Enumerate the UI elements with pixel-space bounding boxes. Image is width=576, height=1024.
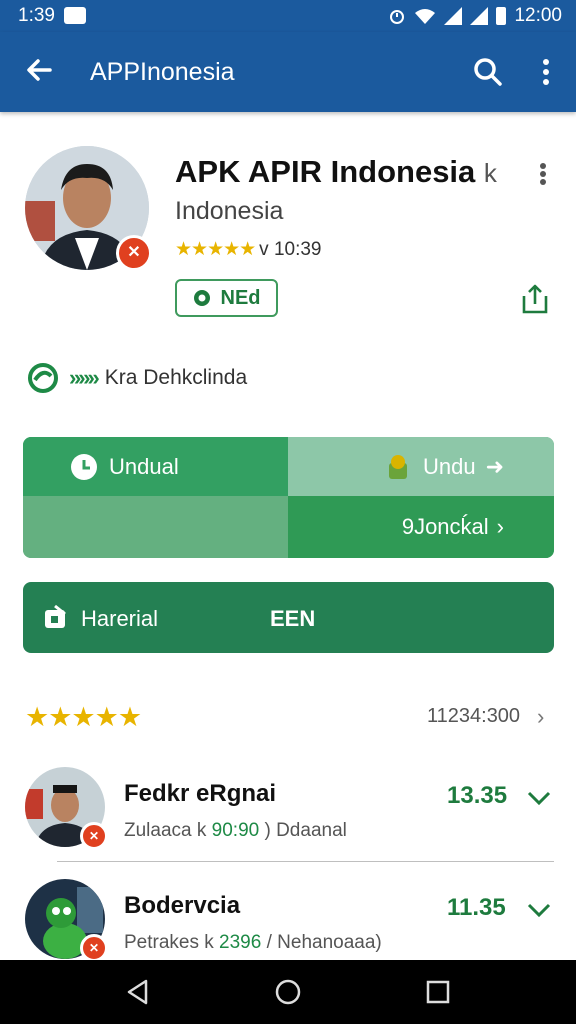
download-blank-cell <box>23 496 288 558</box>
more-options-icon[interactable] <box>530 52 562 92</box>
download-button-d[interactable]: 9Joncḱal › <box>288 496 554 558</box>
meta-b: ) Ddaanal <box>264 820 347 841</box>
rating-meta: v 10:39 <box>259 238 322 260</box>
download-b-label: Undu <box>422 453 476 479</box>
alarm-icon <box>390 10 405 24</box>
meta-green: 90:90 <box>211 820 260 841</box>
clock-icon <box>71 453 97 480</box>
back-arrow-icon[interactable] <box>20 50 60 90</box>
list-item-value: 13.35 <box>447 782 508 809</box>
list-item-badge: ✕ <box>80 934 108 962</box>
app-rating-row: ★★★★★ v 10:39 <box>175 238 322 261</box>
rating-stars: ★★★★★ <box>175 239 256 260</box>
download-a-label: Undual <box>109 453 179 479</box>
review-stars: ★★★★★ <box>25 702 142 732</box>
list-item-badge: ✕ <box>80 822 108 850</box>
app-title-suffix: k <box>483 158 497 188</box>
battery-icon <box>496 7 507 25</box>
download-button-b[interactable]: Undu ➜ <box>288 437 554 496</box>
primary-action-button[interactable]: Harerial EEN <box>23 582 554 653</box>
meta-b: / Nehanoaaa) <box>266 932 382 953</box>
arrow-right-icon: ➜ <box>485 453 504 479</box>
chevron-right-icon: › <box>496 514 504 539</box>
search-icon[interactable] <box>468 52 508 92</box>
status-clock: 12:00 <box>514 5 562 26</box>
app-bar: APPInonesia <box>0 32 576 112</box>
nav-back-icon[interactable] <box>124 978 152 1006</box>
signal-icon <box>444 7 463 25</box>
developer-logo-icon <box>28 363 58 393</box>
app-subtitle: Indonesia <box>175 197 284 225</box>
developer-row[interactable]: »»» Kra Dehkclinda <box>25 362 247 394</box>
share-icon[interactable] <box>518 282 552 316</box>
tag-label: NEd <box>220 286 261 309</box>
puzzle-icon <box>45 604 66 628</box>
notification-icon <box>64 7 86 24</box>
download-d-label: 9Joncḱal <box>401 514 489 539</box>
status-time: 1:39 <box>18 5 55 26</box>
arrows-icon: »»» <box>69 365 100 390</box>
list-item-value: 11.35 <box>447 894 506 921</box>
meta-green: 2396 <box>219 932 262 953</box>
meta-a: Petrakes k <box>124 932 214 953</box>
developer-name: Kra Dehkclinda <box>104 366 248 389</box>
nav-home-icon[interactable] <box>274 978 302 1006</box>
primary-code: EEN <box>270 606 316 631</box>
nav-recents-icon[interactable] <box>424 978 452 1006</box>
app-title: APK APIR Indonesia k <box>175 154 497 189</box>
android-icon <box>388 454 407 479</box>
tag-pill[interactable]: NEd <box>175 279 278 317</box>
chevron-right-icon[interactable]: › <box>537 704 544 730</box>
app-bar-title: APPInonesia <box>90 58 235 86</box>
status-badge: ✕ <box>116 235 152 271</box>
primary-label: Harerial <box>81 606 159 631</box>
system-nav-bar <box>0 960 576 1024</box>
list-item-name: Fedkr eRgnai <box>124 780 277 807</box>
review-count: 11234:300 <box>427 705 521 727</box>
record-icon <box>193 290 210 306</box>
list-item-meta: Zulaaca k 90:90 ) Ddaanal <box>124 820 347 842</box>
meta-a: Zulaaca k <box>124 820 207 841</box>
download-panel: Undual Undu ➜ 9Joncḱal › <box>23 437 554 558</box>
list-divider <box>57 861 554 862</box>
status-bar: 1:39 12:00 <box>0 0 576 32</box>
status-icons: 12:00 <box>388 5 562 27</box>
chevron-down-icon[interactable] <box>526 788 552 808</box>
chevron-down-icon[interactable] <box>526 900 552 920</box>
signal-2-icon <box>470 7 489 25</box>
wifi-icon <box>415 9 436 24</box>
list-item-name: Bodervcia <box>124 892 241 919</box>
app-more-icon[interactable] <box>528 158 558 190</box>
list-item-meta: Petrakes k 2396 / Nehanoaaa) <box>124 932 382 954</box>
download-button-a[interactable]: Undual <box>23 437 288 496</box>
